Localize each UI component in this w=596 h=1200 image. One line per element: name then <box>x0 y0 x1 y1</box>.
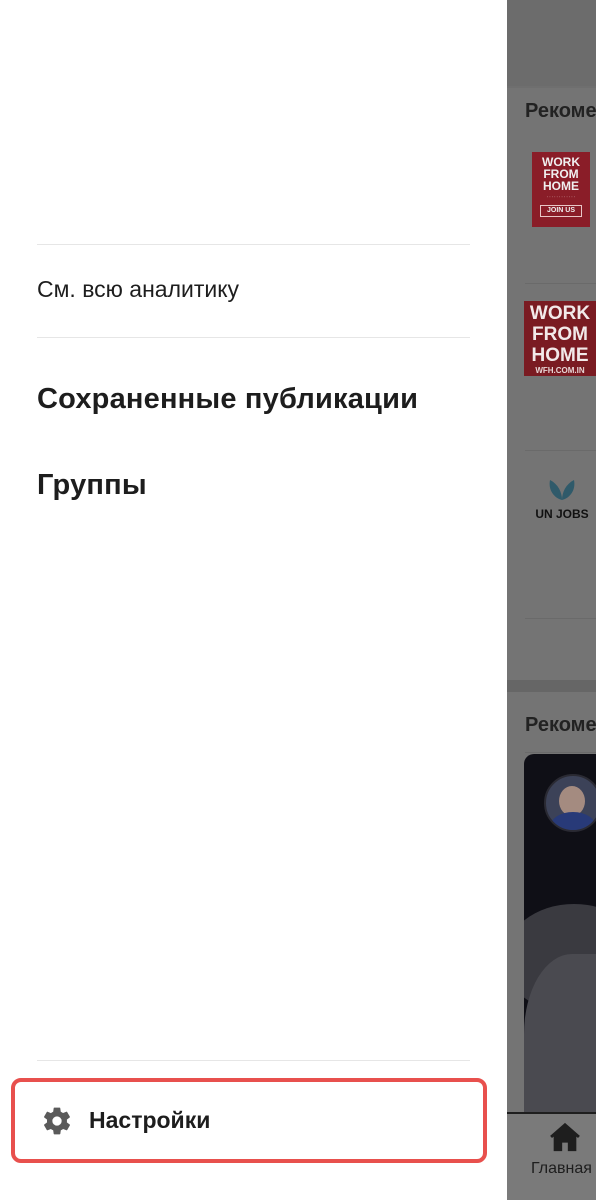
background-feed: Рекоме WORK FROM HOME · · · · · · · · · … <box>507 0 596 1200</box>
ad-thumbnail-unjobs[interactable]: UN JOBS <box>531 478 593 526</box>
ad-thumbnail-wfh[interactable]: WORK FROM HOME WFH.COM.IN <box>524 301 596 376</box>
divider-analytics <box>37 337 470 338</box>
gear-icon <box>41 1105 73 1137</box>
settings-label: Настройки <box>89 1107 211 1133</box>
feed-header-band <box>507 0 596 86</box>
recommended-section-title: Рекоме <box>525 714 596 736</box>
home-icon[interactable] <box>547 1120 583 1154</box>
ad-fineprint: · · · · · · · · · · · · <box>546 194 576 199</box>
ad-line: WORK <box>529 303 591 324</box>
card-divider <box>525 283 596 284</box>
card-divider <box>525 618 596 619</box>
tab-home-label[interactable]: Главная <box>531 1160 592 1178</box>
feed-separator <box>507 86 596 88</box>
settings-button[interactable]: Настройки <box>11 1078 487 1163</box>
feed-section-gap <box>507 680 596 692</box>
side-drawer: См. всю аналитику Сохраненные публикации… <box>0 0 507 1200</box>
ad-url: WFH.COM.IN <box>535 366 585 375</box>
avatar-body <box>550 812 596 830</box>
bottom-tab-bar: Главная <box>507 1112 596 1200</box>
card-divider <box>525 752 596 753</box>
ad-thumbnail-work-from-home[interactable]: WORK FROM HOME · · · · · · · · · · · · J… <box>532 152 590 227</box>
ad-line: FROM <box>532 324 588 345</box>
avatar <box>544 774 596 832</box>
groups-menu-item[interactable]: Группы <box>37 469 147 502</box>
join-us-badge: JOIN US <box>540 205 582 217</box>
unjobs-logo-text: UN JOBS <box>535 507 589 521</box>
ad-line: HOME <box>531 345 589 366</box>
see-all-analytics-link[interactable]: См. всю аналитику <box>37 276 239 303</box>
video-thumbnail[interactable] <box>524 754 596 1114</box>
divider-top <box>37 244 470 245</box>
card-divider <box>525 450 596 451</box>
leaf-logo-icon <box>549 480 575 500</box>
recommended-section-title: Рекоме <box>525 100 596 122</box>
divider-bottom <box>37 1060 470 1061</box>
ad-line: HOME <box>543 179 579 193</box>
saved-posts-menu-item[interactable]: Сохраненные публикации <box>37 383 418 416</box>
